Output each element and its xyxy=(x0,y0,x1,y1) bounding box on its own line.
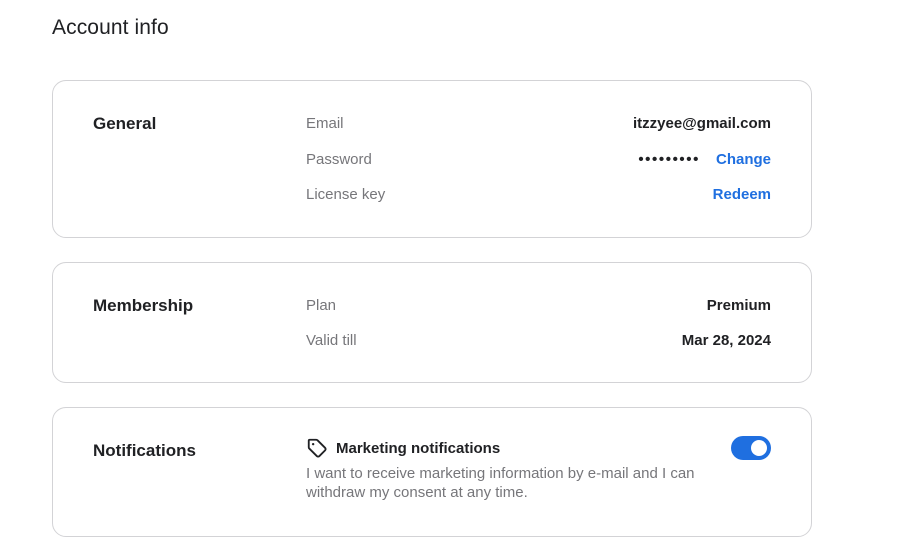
password-label: Password xyxy=(306,150,372,168)
marketing-notifications-toggle[interactable] xyxy=(731,436,771,460)
notifications-card: Notifications Marketing notifications I … xyxy=(52,407,812,537)
tag-icon xyxy=(306,437,328,459)
membership-section-title: Membership xyxy=(93,296,194,315)
password-mask: ••••••••• xyxy=(638,150,700,168)
password-row: Password ••••••••• Change xyxy=(306,148,771,170)
plan-label: Plan xyxy=(306,296,337,314)
toggle-knob xyxy=(751,440,767,456)
plan-value: Premium xyxy=(706,296,771,314)
password-value: ••••••••• Change xyxy=(638,151,771,168)
valid-till-label: Valid till xyxy=(306,331,357,349)
marketing-notifications-header: Marketing notifications xyxy=(306,436,706,460)
plan-row: Plan Premium xyxy=(306,294,771,316)
valid-till-value: Mar 28, 2024 xyxy=(681,331,771,349)
marketing-notifications-block: Marketing notifications I want to receiv… xyxy=(306,436,706,502)
membership-card: Membership Plan Premium Valid till Mar 2… xyxy=(52,262,812,383)
general-section-title: General xyxy=(93,114,157,133)
redeem-license-link[interactable]: Redeem xyxy=(713,186,771,203)
email-label: Email xyxy=(306,114,344,132)
general-card: General Email itzzyee@gmail.com Password… xyxy=(52,80,812,238)
license-label: License key xyxy=(306,185,386,203)
marketing-notifications-description: I want to receive marketing information … xyxy=(306,465,695,501)
license-row: License key Redeem xyxy=(306,183,771,205)
email-row: Email itzzyee@gmail.com xyxy=(306,112,771,134)
change-password-link[interactable]: Change xyxy=(716,151,771,168)
valid-till-row: Valid till Mar 28, 2024 xyxy=(306,329,771,351)
page-title: Account info xyxy=(52,16,169,39)
notifications-section-title: Notifications xyxy=(93,441,196,460)
marketing-notifications-title: Marketing notifications xyxy=(336,439,501,457)
email-value: itzzyee@gmail.com xyxy=(632,114,771,132)
